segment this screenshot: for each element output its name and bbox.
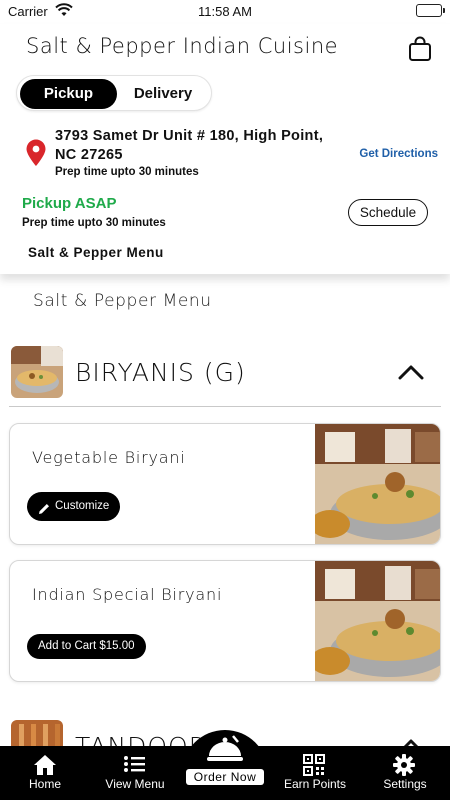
- pickup-prep-time: Prep time upto 30 minutes: [22, 217, 166, 229]
- location-pin-icon: [25, 139, 47, 172]
- pencil-icon: [37, 499, 51, 528]
- tab-label: View Menu: [105, 777, 165, 791]
- shopping-bag-icon[interactable]: [408, 36, 432, 67]
- category-thumbnail: [11, 346, 63, 398]
- pickup-option[interactable]: Pickup: [20, 79, 117, 109]
- customize-button[interactable]: Customize: [27, 492, 121, 521]
- status-bar: Carrier 11:58 AM: [0, 0, 450, 24]
- tab-label: Settings: [383, 777, 427, 791]
- schedule-button[interactable]: Schedule: [348, 199, 428, 226]
- page-title: Salt & Pepper Indian Cuisine: [26, 34, 339, 58]
- delivery-option[interactable]: Delivery: [117, 79, 209, 109]
- tab-home[interactable]: Home: [0, 746, 90, 800]
- divider: [9, 406, 441, 407]
- order-mode-toggle: Pickup Delivery: [16, 75, 212, 111]
- clock: 11:58 AM: [198, 4, 252, 19]
- tab-label: Home: [28, 777, 61, 791]
- tab-order-now[interactable]: Order Now: [186, 769, 264, 785]
- item-photo: [310, 424, 440, 544]
- menu-item-card[interactable]: Vegetable Biryani Customize: [9, 423, 441, 545]
- get-directions-link[interactable]: Get Directions: [359, 148, 438, 160]
- tab-earn-points[interactable]: Earn Points: [270, 746, 360, 800]
- category-header-biryanis[interactable]: BIRYANIS (G): [0, 346, 450, 410]
- battery-icon: [416, 4, 445, 17]
- item-photo: [310, 561, 440, 681]
- tab-view-menu[interactable]: View Menu: [90, 746, 180, 800]
- menu-section-title: Salt & Pepper Menu: [33, 291, 212, 311]
- customize-label: Customize: [55, 500, 110, 512]
- address-prep-time: Prep time upto 30 minutes: [55, 166, 199, 178]
- chevron-up-icon[interactable]: [398, 364, 424, 385]
- pickup-asap-label: Pickup ASAP: [22, 195, 117, 212]
- food-cloche-icon[interactable]: [205, 734, 245, 773]
- tab-label: Earn Points: [283, 777, 347, 791]
- category-title: BIRYANIS (G): [75, 358, 246, 387]
- menu-item-card[interactable]: Indian Special Biryani Add to Cart $15.0…: [9, 560, 441, 682]
- item-name: Indian Special Biryani: [32, 585, 223, 604]
- add-to-cart-button[interactable]: Add to Cart $15.00: [27, 634, 146, 659]
- item-name: Vegetable Biryani: [32, 448, 186, 467]
- bottom-tab-bar: Home View Menu Order Now Earn Points Set…: [0, 730, 450, 800]
- menu-selector[interactable]: Salt & Pepper Menu: [28, 245, 164, 260]
- tab-settings[interactable]: Settings: [360, 746, 450, 800]
- list-icon: [123, 754, 147, 779]
- header-panel: Salt & Pepper Indian Cuisine Pickup Deli…: [0, 24, 450, 274]
- store-address: 3793 Samet Dr Unit # 180, High Point, NC…: [55, 128, 324, 163]
